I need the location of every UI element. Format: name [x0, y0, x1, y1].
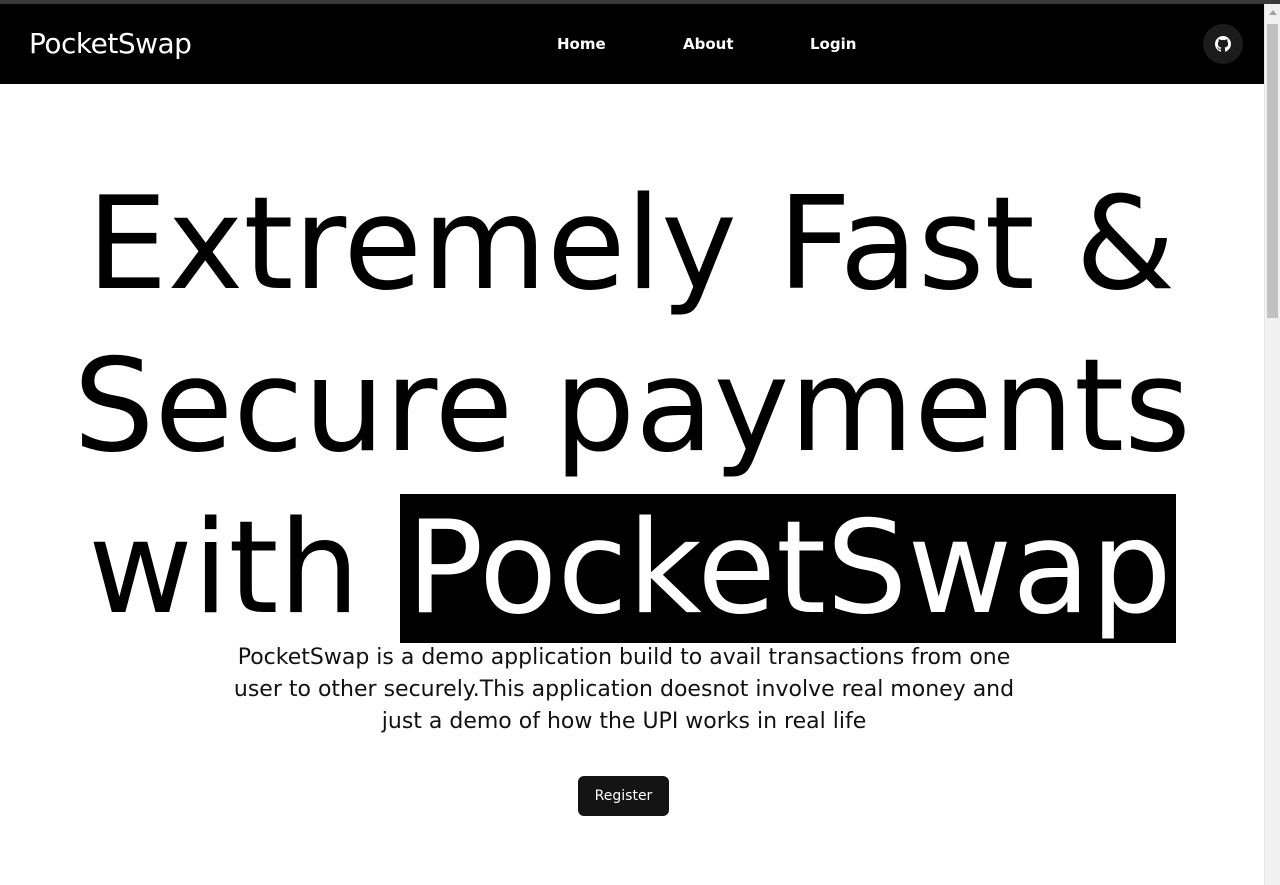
- nav-home-link[interactable]: Home: [557, 34, 606, 54]
- hero-section: Extremely Fast & Secure payments with Po…: [0, 84, 1264, 885]
- headline-line-3: with PocketSwap: [0, 488, 1264, 650]
- headline-line-2: Secure payments: [73, 332, 1191, 481]
- github-icon: [1215, 36, 1231, 52]
- nav-links: Home About Login: [0, 4, 1264, 84]
- navbar: PocketSwap Home About Login: [0, 4, 1264, 84]
- github-button[interactable]: [1203, 24, 1243, 64]
- vertical-scrollbar[interactable]: [1264, 4, 1280, 885]
- headline-highlight: PocketSwap: [400, 494, 1176, 643]
- scroll-up-arrow-icon[interactable]: [1269, 10, 1277, 15]
- headline-line-3-prefix: with: [88, 494, 360, 643]
- nav-login-link[interactable]: Login: [810, 34, 856, 54]
- headline-line-1: Extremely Fast &: [86, 170, 1176, 319]
- register-button[interactable]: Register: [578, 776, 669, 816]
- hero-description: PocketSwap is a demo application build t…: [233, 645, 1015, 734]
- scrollbar-thumb[interactable]: [1267, 24, 1278, 318]
- nav-about-link[interactable]: About: [683, 34, 734, 54]
- hero-headline: Extremely Fast & Secure payments with Po…: [0, 164, 1264, 650]
